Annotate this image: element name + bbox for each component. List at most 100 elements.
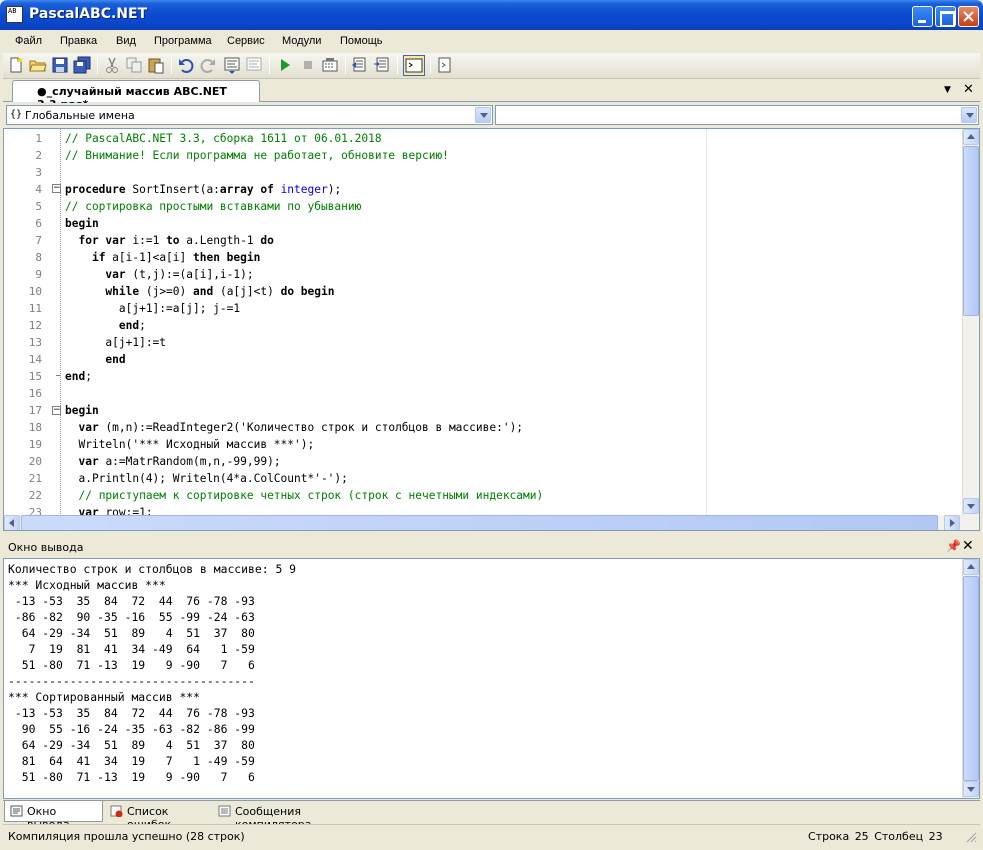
navigation-bar: {} Глобальные имена [3,103,980,128]
editor-horizontal-scrollbar[interactable] [4,515,979,530]
scroll-thumb[interactable] [21,515,938,530]
code-line[interactable]: if a[i-1]<a[i] then begin [65,249,965,266]
scroll-down-icon[interactable] [963,781,979,797]
redo-icon[interactable] [199,56,217,74]
paste-icon[interactable] [147,56,165,74]
code-line[interactable]: Writeln('*** Исходный массив ***'); [65,436,965,453]
menu-service[interactable]: Сервис [227,35,265,47]
code-line[interactable]: a[j+1]:=a[j]; j-=1 [65,300,965,317]
scroll-thumb[interactable] [963,576,979,781]
scroll-left-icon[interactable] [4,515,20,530]
tab-output[interactable]: Окно вывода [4,801,103,831]
close-button[interactable] [958,6,979,27]
chevron-down-icon[interactable] [961,107,977,123]
namespace-icon: {} [10,109,23,120]
code-line[interactable] [65,385,965,402]
code-line[interactable]: // Внимание! Если программа не работает,… [65,147,965,164]
code-line[interactable]: var (m,n):=ReadInteger2('Количество стро… [65,419,965,436]
menu-view[interactable]: Вид [116,35,136,47]
run-icon[interactable] [276,56,294,74]
scope-select[interactable]: {} Глобальные имена [6,105,493,125]
fold-toggle-icon[interactable]: − [52,184,61,193]
menu-edit[interactable]: Правка [60,35,97,47]
code-line[interactable]: var (t,j):=(a[i],i-1); [65,266,965,283]
undo-icon[interactable] [177,56,195,74]
output-line: 51 -80 71 -13 19 9 -90 7 6 [8,658,255,672]
open-folder-icon[interactable] [29,56,47,74]
tab-errors[interactable]: Список ошибок [105,801,213,831]
close-icon[interactable]: ✕ [962,538,974,554]
close-icon [963,11,974,22]
code-line[interactable]: // PascalABC.NET 3.3, сборка 1611 от 06.… [65,130,965,147]
console-toggle-icon[interactable] [403,55,425,76]
bottom-tab-strip: Окно вывода Список ошибок Сообщения комп… [3,800,980,831]
code-line[interactable]: a[j+1]:=t [65,334,965,351]
menu-program[interactable]: Программа [154,35,212,47]
menu-file[interactable]: Файл [15,35,42,47]
code-text[interactable]: // PascalABC.NET 3.3, сборка 1611 от 06.… [65,130,965,521]
title-bar[interactable]: AB PascalABC.NET [0,0,983,30]
unindent-icon[interactable] [245,56,263,74]
code-line[interactable]: begin [65,215,965,232]
copy-icon[interactable] [125,56,143,74]
scroll-right-icon[interactable] [944,515,960,530]
code-line[interactable]: // сортировка простыми вставками по убыв… [65,198,965,215]
code-line[interactable]: begin [65,402,965,419]
debug-step-icon[interactable] [351,56,369,74]
new-file-icon[interactable] [7,56,25,74]
code-line[interactable]: for var i:=1 to a.Length-1 do [65,232,965,249]
code-token: for var [78,234,126,247]
output-line: 51 -80 71 -13 19 9 -90 7 6 [8,770,255,784]
resize-grip-icon[interactable] [965,831,977,843]
code-line[interactable]: procedure SortInsert(a:array of integer)… [65,181,965,198]
minimize-button[interactable] [912,6,933,27]
output-line: -86 -82 90 -35 -16 55 -99 -24 -63 [8,610,255,624]
output-line: 64 -29 -34 51 89 4 51 37 80 [8,626,255,640]
output-panel-title: Окно вывода [8,541,84,554]
cut-icon[interactable] [103,56,121,74]
fold-toggle-icon[interactable]: − [52,406,61,415]
chevron-down-icon[interactable] [475,107,491,123]
scroll-down-icon[interactable] [963,498,979,514]
code-token: // PascalABC.NET 3.3, сборка 1611 от 06.… [65,132,382,145]
indent-icon[interactable] [223,56,241,74]
tab-document[interactable]: ●_случайный массив ABC.NET 3.3.pas* [12,80,260,111]
line-number: 2 [35,149,42,162]
stop-icon[interactable] [299,56,317,74]
output-vertical-scrollbar[interactable] [962,559,979,798]
code-line[interactable]: while (j>=0) and (a[j]<t) do begin [65,283,965,300]
save-all-icon[interactable] [73,56,91,74]
tab-compiler-messages[interactable]: Сообщения компилятора [213,801,373,831]
menu-help[interactable]: Помощь [340,35,383,47]
tab-list-dropdown-icon[interactable]: ▼ [944,85,951,95]
code-line[interactable]: end; [65,317,965,334]
scroll-up-icon[interactable] [963,129,979,145]
scroll-thumb[interactable] [963,146,979,316]
code-line[interactable]: a.Println(4); Writeln(4*a.ColCount*'-'); [65,470,965,487]
editor-vertical-scrollbar[interactable] [962,129,979,515]
line-number: 5 [35,200,42,213]
code-line[interactable]: var a:=MatrRandom(m,n,-99,99); [65,453,965,470]
code-line[interactable]: end; [65,368,965,385]
column-label: Столбец [874,830,924,843]
menu-modules[interactable]: Модули [282,35,321,47]
code-line[interactable]: // приступаем к сортировке четных строк … [65,487,965,504]
save-icon[interactable] [51,56,69,74]
output-window[interactable]: Количество строк и столбцов в массиве: 5… [3,558,980,799]
compile-icon[interactable] [321,56,339,74]
member-select[interactable] [495,105,979,125]
code-line[interactable] [65,164,965,181]
scroll-up-icon[interactable] [963,559,979,575]
code-line[interactable]: end [65,351,965,368]
tab-close-icon[interactable]: ✕ [963,82,974,97]
output-text: Количество строк и столбцов в массиве: 5… [8,561,296,785]
form-designer-icon[interactable] [436,56,454,74]
maximize-button[interactable] [935,6,956,27]
pin-icon[interactable]: 📌 [946,539,961,553]
debug-over-icon[interactable] [373,56,391,74]
code-editor[interactable]: 1 2 3 4 5 6 7 8 9 10 11 12 13 14 15 16 17 18 19 20 21 22 23 − … [3,128,980,531]
